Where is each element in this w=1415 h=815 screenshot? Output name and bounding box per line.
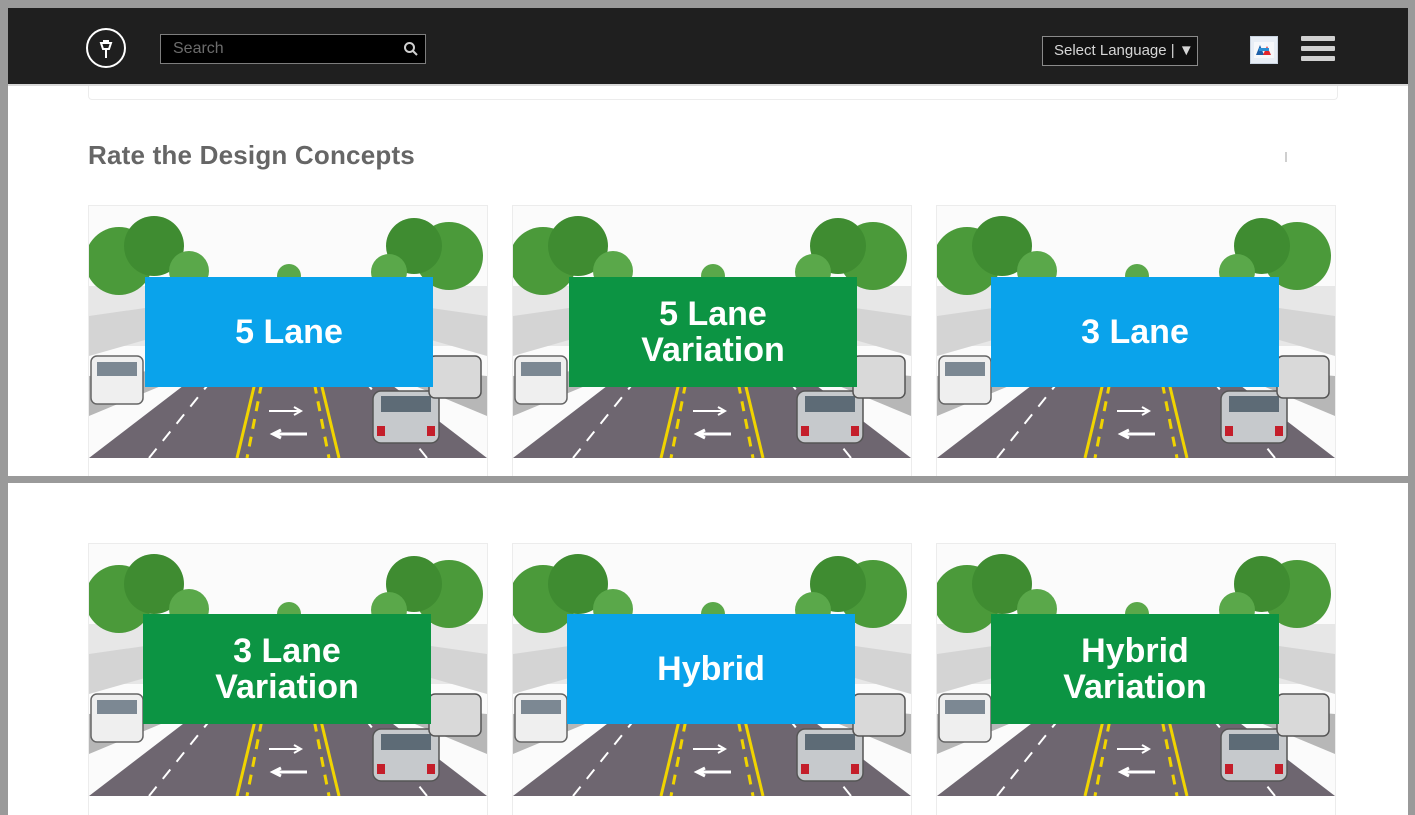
- translate-flag-icon[interactable]: [1250, 36, 1278, 64]
- concept-label[interactable]: 3 Lane Variation: [143, 614, 431, 724]
- hamburger-menu-icon[interactable]: [1301, 36, 1335, 64]
- content-card-edge: [88, 86, 1338, 100]
- concept-label[interactable]: 3 Lane: [991, 277, 1279, 387]
- language-select[interactable]: Select Language | ▼: [1042, 36, 1198, 66]
- concept-label[interactable]: Hybrid Variation: [991, 614, 1279, 724]
- concept-card-1[interactable]: 5 Lane: [88, 205, 488, 476]
- concept-card-4[interactable]: 3 Lane Variation: [88, 543, 488, 815]
- screenshot-frame: Select Language | ▼ Rate the Design Conc…: [0, 0, 1415, 815]
- concept-label[interactable]: 5 Lane: [145, 277, 433, 387]
- streetlamp-logo-icon[interactable]: [86, 28, 126, 68]
- search-input[interactable]: [161, 35, 393, 63]
- concept-card-5[interactable]: Hybrid: [512, 543, 912, 815]
- concept-label[interactable]: Hybrid: [567, 614, 855, 724]
- concept-card-3[interactable]: 3 Lane: [936, 205, 1336, 476]
- section-title: Rate the Design Concepts: [88, 140, 415, 170]
- search-box: [160, 34, 426, 64]
- concept-label[interactable]: 5 Lane Variation: [569, 277, 857, 387]
- concept-card-6[interactable]: Hybrid Variation: [936, 543, 1336, 815]
- navbar: Select Language | ▼: [8, 8, 1408, 86]
- concept-card-2[interactable]: 5 Lane Variation: [512, 205, 912, 476]
- search-icon[interactable]: [403, 41, 419, 57]
- page-top-panel: Select Language | ▼ Rate the Design Conc…: [8, 8, 1408, 476]
- page-bottom-panel: 3 Lane Variation Hybrid Hybrid Variation: [8, 483, 1408, 815]
- decorative-mark: [1285, 152, 1287, 162]
